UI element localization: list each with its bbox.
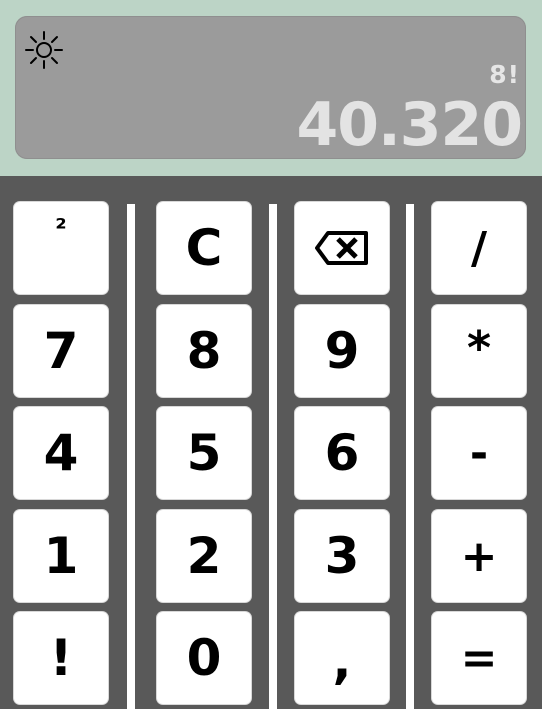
- column-divider: [269, 204, 277, 709]
- divide-button[interactable]: /: [432, 202, 526, 294]
- display-area: 8! 40.320: [0, 0, 542, 176]
- six-button[interactable]: 6: [295, 407, 389, 499]
- minus-button[interactable]: -: [432, 407, 526, 499]
- plus-button[interactable]: +: [432, 510, 526, 602]
- factorial-button[interactable]: !: [14, 612, 108, 704]
- column-divider: [406, 204, 414, 709]
- calculator-display: 8! 40.320: [15, 16, 526, 159]
- zero-button[interactable]: 0: [157, 612, 251, 704]
- five-button[interactable]: 5: [157, 407, 251, 499]
- expression-text: 8!: [489, 60, 520, 89]
- two-button[interactable]: 2: [157, 510, 251, 602]
- result-text: 40.320: [296, 90, 523, 160]
- square-button[interactable]: ²: [14, 202, 108, 294]
- eight-button[interactable]: 8: [157, 305, 251, 397]
- one-button[interactable]: 1: [14, 510, 108, 602]
- equals-button[interactable]: =: [432, 612, 526, 704]
- column-divider: [127, 204, 135, 709]
- backspace-icon: [314, 230, 370, 266]
- four-button[interactable]: 4: [14, 407, 108, 499]
- multiply-button[interactable]: *: [432, 305, 526, 397]
- three-button[interactable]: 3: [295, 510, 389, 602]
- seven-button[interactable]: 7: [14, 305, 108, 397]
- sun-icon[interactable]: [24, 30, 64, 70]
- clear-button[interactable]: C: [157, 202, 251, 294]
- backspace-button[interactable]: [295, 202, 389, 294]
- nine-button[interactable]: 9: [295, 305, 389, 397]
- comma-button[interactable]: ,: [295, 612, 389, 704]
